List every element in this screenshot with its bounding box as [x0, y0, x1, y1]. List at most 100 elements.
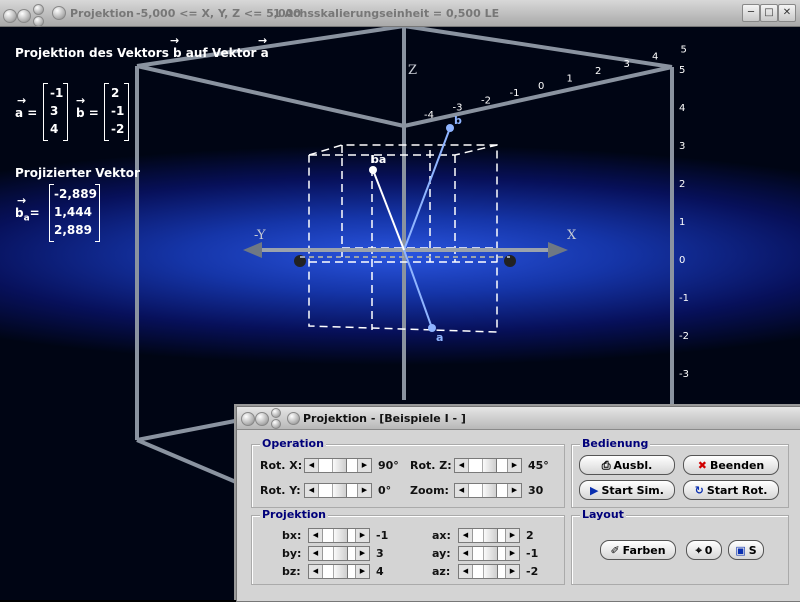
start-sim-button[interactable]: ▶ Start Sim.: [579, 480, 675, 500]
vector-a-z: 4: [50, 122, 59, 136]
slider-right-arrow-icon[interactable]: ▶: [505, 547, 519, 560]
bz-label: bz:: [282, 565, 301, 578]
main-title-bar[interactable]: Projektion -5,000 <= X, Y, Z <= 5,000 1 …: [0, 0, 800, 27]
play-icon: ▶: [590, 484, 599, 497]
close-icon[interactable]: ✕: [778, 4, 796, 22]
ax-slider[interactable]: ◀ ▶: [458, 528, 520, 543]
slider-thumb[interactable]: [333, 547, 348, 560]
rot-y-value: 0°: [378, 484, 392, 497]
slider-thumb[interactable]: [331, 459, 347, 472]
paint-brush-icon: ✐: [610, 544, 620, 557]
vector-b-y: -1: [111, 104, 125, 118]
beenden-label: Beenden: [709, 459, 765, 472]
projektion-group: Projektion bx: ◀ ▶ -1 by: ◀ ▶ 3 bz: ◀ ▶ 4 a…: [251, 508, 565, 585]
slider-left-arrow-icon[interactable]: ◀: [455, 459, 469, 472]
slider-thumb[interactable]: [481, 484, 497, 497]
slider-right-arrow-icon[interactable]: ▶: [355, 547, 369, 560]
start-rot-label: Start Rot.: [706, 484, 768, 497]
operation-group: Operation Rot. X: ◀ ▶ 90° Rot. Z: ◀ ▶ 45° …: [251, 437, 565, 508]
by-slider[interactable]: ◀ ▶: [308, 546, 370, 561]
slider-thumb[interactable]: [333, 529, 348, 542]
slider-left-arrow-icon[interactable]: ◀: [459, 547, 473, 560]
rot-z-label: Rot. Z:: [410, 459, 452, 472]
vector-a-y: 3: [50, 104, 59, 118]
beenden-button[interactable]: ✖ Beenden: [683, 455, 779, 475]
slider-right-arrow-icon[interactable]: ▶: [507, 459, 521, 472]
rot-z-slider[interactable]: ◀ ▶: [454, 458, 522, 473]
arrow-b-glyph: →: [170, 34, 180, 47]
layout-group-title: Layout: [580, 508, 626, 521]
bedienung-group: Bedienung ⎙ Ausbl. ✖ Beenden ▶ Start Sim. ↻…: [571, 437, 789, 508]
window-dot-small-icon[interactable]: [33, 4, 44, 15]
vector-ba-b: b: [15, 206, 24, 220]
reset-origin-label: 0: [704, 544, 713, 557]
slider-thumb[interactable]: [483, 565, 498, 578]
slider-right-arrow-icon[interactable]: ▶: [505, 529, 519, 542]
slider-right-arrow-icon[interactable]: ▶: [505, 565, 519, 578]
ausblenden-button[interactable]: ⎙ Ausbl.: [579, 455, 675, 475]
slider-thumb[interactable]: [483, 529, 498, 542]
bx-slider[interactable]: ◀ ▶: [308, 528, 370, 543]
rotate-icon: ↻: [694, 484, 704, 497]
slider-thumb[interactable]: [331, 484, 347, 497]
window-dot-icon[interactable]: [255, 412, 269, 426]
slider-left-arrow-icon[interactable]: ◀: [309, 529, 323, 542]
slider-thumb[interactable]: [483, 547, 498, 560]
window-dot-icon[interactable]: [17, 9, 31, 23]
bx-value: -1: [376, 529, 389, 542]
zoom-label: Zoom:: [410, 484, 449, 497]
control-dialog: Projektion - [Beispiele I - ] Operation …: [236, 406, 800, 602]
app-icon: [52, 6, 66, 20]
rot-x-slider[interactable]: ◀ ▶: [304, 458, 372, 473]
slider-left-arrow-icon[interactable]: ◀: [305, 484, 319, 497]
vector-ba-label: ba=: [15, 206, 40, 223]
az-slider[interactable]: ◀ ▶: [458, 564, 520, 579]
slider-right-arrow-icon[interactable]: ▶: [357, 459, 371, 472]
slider-thumb[interactable]: [481, 459, 497, 472]
heading-text: Projektion des Vektors b auf Vektor a: [15, 46, 269, 60]
vector-a-matrix: -1 3 4: [43, 83, 68, 141]
window-dot-small-icon[interactable]: [271, 408, 281, 418]
slider-right-arrow-icon[interactable]: ▶: [507, 484, 521, 497]
by-label: by:: [282, 547, 302, 560]
vector-ba-eq: =: [29, 206, 40, 220]
rot-z-value: 45°: [528, 459, 549, 472]
start-rot-button[interactable]: ↻ Start Rot.: [683, 480, 779, 500]
slider-right-arrow-icon[interactable]: ▶: [357, 484, 371, 497]
slider-right-arrow-icon[interactable]: ▶: [355, 565, 369, 578]
crosshair-icon: ⌖: [695, 544, 702, 557]
close-x-icon: ✖: [697, 459, 707, 472]
s-button[interactable]: ▣ S: [728, 540, 764, 560]
dialog-title-bar[interactable]: Projektion - [Beispiele I - ]: [237, 407, 800, 430]
vector-a-label: a =: [15, 106, 38, 120]
s-label: S: [748, 544, 757, 557]
window-dot-icon[interactable]: [241, 412, 255, 426]
slider-left-arrow-icon[interactable]: ◀: [455, 484, 469, 497]
layout-group: Layout ✐ Farben ⌖ 0 ▣ S: [571, 508, 789, 585]
ax-label: ax:: [432, 529, 451, 542]
projektion-group-title: Projektion: [260, 508, 329, 521]
slider-left-arrow-icon[interactable]: ◀: [309, 565, 323, 578]
farben-button[interactable]: ✐ Farben: [600, 540, 676, 560]
vector-ba-x: -2,889: [54, 187, 97, 201]
slider-left-arrow-icon[interactable]: ◀: [459, 529, 473, 542]
rot-y-slider[interactable]: ◀ ▶: [304, 483, 372, 498]
slider-left-arrow-icon[interactable]: ◀: [309, 547, 323, 560]
zoom-slider[interactable]: ◀ ▶: [454, 483, 522, 498]
dialog-title: Projektion - [Beispiele I - ]: [303, 412, 466, 425]
reset-origin-button[interactable]: ⌖ 0: [686, 540, 722, 560]
vector-b-x: 2: [111, 86, 120, 100]
window-dot-icon[interactable]: [3, 9, 17, 23]
window-dot-small-icon[interactable]: [271, 419, 281, 429]
bz-slider[interactable]: ◀ ▶: [308, 564, 370, 579]
slider-left-arrow-icon[interactable]: ◀: [305, 459, 319, 472]
slider-left-arrow-icon[interactable]: ◀: [459, 565, 473, 578]
maximize-icon[interactable]: □: [760, 4, 778, 22]
ausblenden-label: Ausbl.: [613, 459, 653, 472]
scale-info: 1 Achsskalierungseinheit = 0,500 LE: [273, 7, 500, 20]
ay-slider[interactable]: ◀ ▶: [458, 546, 520, 561]
slider-right-arrow-icon[interactable]: ▶: [355, 529, 369, 542]
slider-thumb[interactable]: [333, 565, 348, 578]
window-dot-small-icon[interactable]: [33, 16, 44, 27]
minimize-icon[interactable]: ─: [742, 4, 760, 22]
